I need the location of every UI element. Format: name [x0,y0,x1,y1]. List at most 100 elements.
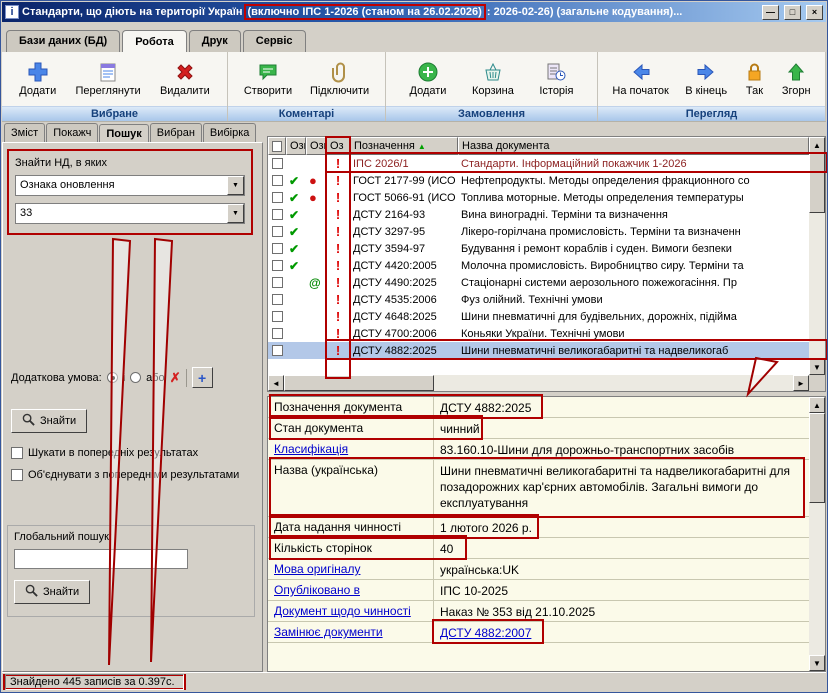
clear-condition-icon[interactable]: ✗ [170,370,181,386]
row-checkbox[interactable] [272,311,283,322]
search-field-combobox[interactable]: Ознака оновлення ▼ [15,175,245,196]
header-code[interactable]: Позначення▲ [350,137,458,155]
mark-icon [306,325,326,342]
create-comment-button[interactable]: Створити [240,59,296,99]
go-last-button[interactable]: В кінець [681,59,731,99]
row-checkbox[interactable] [272,328,283,339]
row-checkbox[interactable] [272,243,283,254]
table-row[interactable]: ✔ ! ДСТУ 3297-95 Лікеро-горілчана промис… [268,223,809,240]
merge-previous-label: Об'єднувати з попередніми результатами [28,469,239,481]
add-order-button[interactable]: Додати [406,59,451,99]
arrow-left-blue-icon [630,61,652,83]
classification-link[interactable]: Класифікація [268,439,434,459]
row-checkbox[interactable] [272,345,283,356]
tab-search[interactable]: Пошук [99,124,148,143]
search-value-combobox[interactable]: 33 ▼ [15,203,245,224]
plus-blue-icon [27,61,49,83]
toolbar-group-comments: Створити Підключити Коментарі [228,52,386,121]
radio-or[interactable] [130,372,141,383]
attach-comment-button[interactable]: Підключити [306,59,373,99]
table-row[interactable]: @ ! ДСТУ 4490:2025 Стаціонарні системи а… [268,274,809,291]
detail-value-pages: 40 [434,538,809,558]
dropdown-arrow-icon[interactable]: ▼ [227,176,244,195]
row-checkbox[interactable] [272,158,283,169]
published-in-link[interactable]: Опубліковано в [268,580,434,600]
minimize-button[interactable]: — [762,5,779,20]
table-row[interactable]: ✔ ● ! ГОСТ 2177-99 (ИСО 3 Нефтепродукты.… [268,172,809,189]
maximize-button[interactable]: □ [784,5,801,20]
tab-print[interactable]: Друк [189,30,241,52]
scrollbar-thumb[interactable] [284,375,434,391]
search-previous-option[interactable]: Шукати в попередніх результатах [11,447,198,459]
row-checkbox[interactable] [272,209,283,220]
view-favorite-button[interactable]: Переглянути [72,59,145,99]
radio-and[interactable] [107,372,118,383]
tab-work[interactable]: Робота [122,30,187,53]
scroll-down-icon[interactable]: ▼ [809,655,825,671]
update-flag-icon: ! [326,257,350,274]
table-row[interactable]: ! ДСТУ 4700:2006 Коньяки України. Техніч… [268,325,809,342]
row-checkbox[interactable] [272,277,283,288]
tab-selection[interactable]: Вибірка [203,123,257,142]
table-row[interactable]: ✔ ● ! ГОСТ 5066-91 (ИСО 3 Топлива моторн… [268,189,809,206]
table-horizontal-scrollbar[interactable]: ◄ ► [268,375,809,391]
row-checkbox[interactable] [272,192,283,203]
row-checkbox[interactable] [272,175,283,186]
add-condition-button[interactable]: + [192,367,213,388]
checkbox-icon[interactable] [272,141,282,152]
basket-button[interactable]: Корзина [468,59,518,99]
header-checkbox[interactable] [268,137,286,155]
doc-code: ДСТУ 4648:2025 [350,308,458,325]
yes-button[interactable]: Так [739,59,769,99]
row-checkbox[interactable] [272,260,283,271]
tab-chosen[interactable]: Вибран [150,123,202,142]
table-row[interactable]: ✔ ! ДСТУ 4420:2005 Молочна промисловість… [268,257,809,274]
delete-favorite-button[interactable]: Видалити [156,59,214,99]
header-ozn1[interactable]: Озн [286,137,306,155]
details-vertical-scrollbar[interactable]: ▲ ▼ [809,397,825,671]
basket-icon [482,61,504,83]
tab-index[interactable]: Покажч [46,123,98,142]
dropdown-arrow-icon[interactable]: ▼ [227,204,244,223]
header-name[interactable]: Назва документа [458,137,809,155]
row-checkbox[interactable] [272,226,283,237]
table-vertical-scrollbar[interactable]: ▲ ▼ [809,137,825,375]
add-favorite-button[interactable]: Додати [15,59,60,99]
row-checkbox[interactable] [272,294,283,305]
replaced-document-link[interactable]: ДСТУ 4882:2007 [434,622,809,642]
find-button[interactable]: Знайти [11,409,87,433]
checkbox-icon[interactable] [11,469,23,481]
global-search-input[interactable] [14,549,188,569]
scrollbar-thumb[interactable] [809,153,825,213]
x-red-icon [174,61,196,83]
checkbox-icon[interactable] [11,447,23,459]
validity-document-link[interactable]: Документ щодо чинності [268,601,434,621]
table-row[interactable]: ! ІПС 2026/1 Стандарти. Інформаційний по… [268,155,809,172]
replaces-documents-link[interactable]: Замінює документи [268,622,434,642]
original-language-link[interactable]: Мова оригіналу [268,559,434,579]
table-row[interactable]: ! ДСТУ 4648:2025 Шини пневматичні для бу… [268,308,809,325]
detail-label-pages: Кількість сторінок [268,538,434,558]
history-button[interactable]: Історія [535,59,577,99]
scroll-down-icon[interactable]: ▼ [809,359,825,375]
header-oz[interactable]: Оз [326,137,350,155]
scroll-up-icon[interactable]: ▲ [809,397,825,413]
collapse-button[interactable]: Згорн [778,59,815,99]
tab-contents[interactable]: Зміст [4,123,45,142]
table-row[interactable]: ✔ ! ДСТУ 3594-97 Будування і ремонт кора… [268,240,809,257]
table-row[interactable]: ! ДСТУ 4535:2006 Фуз олійний. Технічні у… [268,291,809,308]
scroll-left-icon[interactable]: ◄ [268,375,284,391]
scroll-right-icon[interactable]: ► [793,375,809,391]
global-find-button[interactable]: Знайти [14,580,90,604]
merge-previous-option[interactable]: Об'єднувати з попередніми результатами [11,469,239,481]
toolbar: Додати Переглянути Видалити Вибране Ство… [2,52,826,122]
header-ozn2[interactable]: Озн [306,137,326,155]
scrollbar-thumb[interactable] [809,413,825,503]
table-row[interactable]: ✔ ! ДСТУ 2164-93 Вина виноградні. Термін… [268,206,809,223]
close-button[interactable]: × [806,5,823,20]
tab-service[interactable]: Сервіс [243,30,306,52]
scroll-up-icon[interactable]: ▲ [809,137,825,153]
table-row-selected[interactable]: ! ДСТУ 4882:2025 Шини пневматичні велико… [268,342,809,359]
tab-databases[interactable]: Бази даних (БД) [6,30,120,52]
go-first-button[interactable]: На початок [608,59,672,99]
